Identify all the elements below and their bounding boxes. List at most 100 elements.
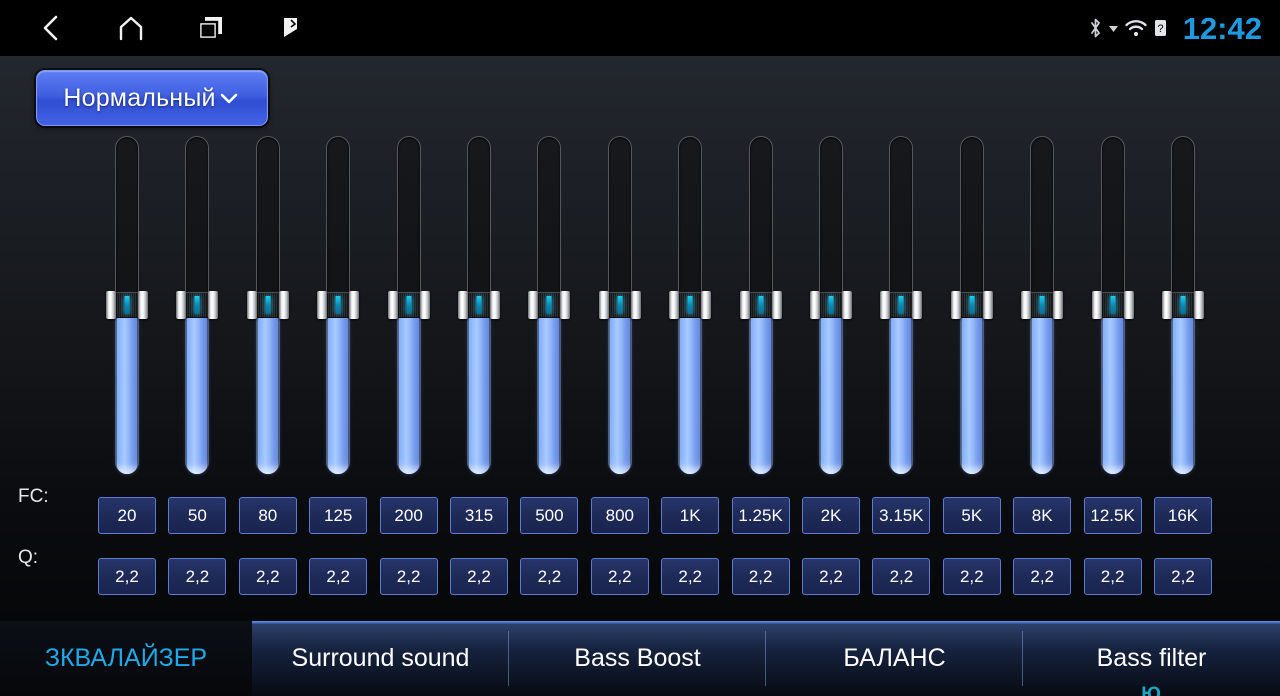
q-chip[interactable]: 2,2 [450, 558, 508, 595]
chevron-down-icon [217, 86, 241, 110]
q-chip[interactable]: 2,2 [379, 558, 438, 595]
q-chip[interactable]: 2,2 [1083, 558, 1142, 595]
tab-3[interactable]: Bass Boost [509, 621, 766, 696]
tab-1[interactable]: ЗКВАЛАЙЗЕР [0, 621, 252, 696]
fc-chip[interactable]: 2K [802, 497, 860, 534]
fc-chip[interactable]: 5K [942, 497, 1001, 534]
eq-slider[interactable] [246, 136, 289, 474]
eq-slider-thumb[interactable] [669, 291, 712, 319]
eq-slider[interactable] [669, 136, 712, 474]
fc-chip[interactable]: 200 [379, 497, 438, 534]
tab-5[interactable]: Bass filter Ю [1023, 621, 1280, 696]
q-chip[interactable]: 2,2 [942, 558, 1001, 595]
eq-slider[interactable] [598, 136, 641, 474]
eq-thumb-texture [326, 292, 351, 318]
eq-slider-fill [609, 305, 631, 474]
q-chip[interactable]: 2,2 [238, 558, 297, 595]
eq-slider[interactable] [387, 136, 430, 474]
eq-thumb-texture [819, 292, 843, 318]
back-icon[interactable] [34, 11, 68, 45]
fc-chip[interactable]: 80 [238, 497, 297, 534]
eq-thumb-glow [898, 296, 904, 314]
eq-slider-thumb[interactable] [387, 291, 430, 319]
fc-chip[interactable]: 1K [661, 497, 720, 534]
eq-slider-thumb[interactable] [950, 291, 993, 319]
fc-chip[interactable]: 8K [1013, 497, 1072, 534]
eq-thumb-texture [396, 292, 421, 318]
fc-chip[interactable]: 500 [520, 497, 579, 534]
eq-thumb-texture [959, 292, 984, 318]
eq-thumb-glow [124, 296, 130, 314]
eq-thumb-grip-right [490, 291, 500, 319]
tab-badge: Ю [1141, 684, 1162, 696]
eq-slider[interactable] [1021, 136, 1064, 474]
fc-chip[interactable]: 20 [98, 497, 156, 534]
q-chip[interactable]: 2,2 [590, 558, 649, 595]
eq-slider-thumb[interactable] [1021, 291, 1064, 319]
eq-slider-fill [327, 305, 349, 474]
eq-thumb-glow [969, 296, 975, 314]
fc-chip[interactable]: 50 [168, 497, 227, 534]
svg-text:?: ? [1157, 23, 1163, 35]
eq-slider-fill [398, 305, 420, 474]
q-chip[interactable]: 2,2 [168, 558, 227, 595]
eq-slider[interactable] [458, 136, 500, 474]
eq-slider-thumb[interactable] [598, 291, 641, 319]
recents-icon[interactable] [194, 11, 228, 45]
eq-thumb-glow [406, 296, 412, 314]
fc-chip[interactable]: 800 [590, 497, 649, 534]
eq-slider[interactable] [106, 136, 148, 474]
eq-thumb-texture [1030, 292, 1055, 318]
fc-chip[interactable]: 3.15K [872, 497, 931, 534]
eq-slider-thumb[interactable] [528, 291, 571, 319]
tab-2[interactable]: Surround sound [252, 621, 509, 696]
eq-thumb-grip-left [739, 291, 750, 319]
eq-thumb-grip-right [208, 291, 219, 319]
eq-slider[interactable] [1091, 136, 1134, 474]
fc-chip[interactable]: 16K [1154, 497, 1212, 534]
eq-slider[interactable] [950, 136, 993, 474]
eq-thumb-glow [265, 296, 271, 314]
sim-unknown-icon: ? [1153, 17, 1168, 39]
home-icon[interactable] [114, 11, 148, 45]
q-chip[interactable]: 2,2 [731, 558, 790, 595]
fc-chip[interactable]: 1.25K [731, 497, 790, 534]
eq-slider[interactable] [739, 136, 782, 474]
eq-thumb-texture [255, 292, 280, 318]
eq-slider-thumb[interactable] [458, 291, 500, 319]
equalizer-panel: Нормальный FC: Q: 20 50 80 125 200 315 500 800 1… [0, 56, 1280, 621]
eq-slider-thumb[interactable] [317, 291, 360, 319]
q-chip[interactable]: 2,2 [520, 558, 579, 595]
eq-slider[interactable] [317, 136, 360, 474]
q-chip[interactable]: 2,2 [98, 558, 156, 595]
eq-slider[interactable] [176, 136, 219, 474]
eq-thumb-grip-right [842, 291, 852, 319]
fc-chip[interactable]: 315 [450, 497, 508, 534]
eq-thumb-glow [476, 296, 482, 314]
eq-slider-thumb[interactable] [106, 291, 148, 319]
eq-slider-thumb[interactable] [739, 291, 782, 319]
eq-slider-thumb[interactable] [1091, 291, 1134, 319]
eq-slider-thumb[interactable] [810, 291, 852, 319]
q-chip[interactable]: 2,2 [802, 558, 860, 595]
eq-slider[interactable] [528, 136, 571, 474]
equalizer-app: ? 12:42 Нормальный FC: Q: 20 50 80 125 200 31… [0, 0, 1280, 696]
eq-thumb-glow [1110, 296, 1116, 314]
preset-dropdown-button[interactable]: Нормальный [36, 70, 268, 126]
eq-slider-thumb[interactable] [880, 291, 923, 319]
flag-icon[interactable] [274, 11, 308, 45]
q-chip[interactable]: 2,2 [872, 558, 931, 595]
eq-slider-thumb[interactable] [246, 291, 289, 319]
eq-slider-thumb[interactable] [176, 291, 219, 319]
eq-slider-thumb[interactable] [1162, 291, 1204, 319]
q-chip[interactable]: 2,2 [661, 558, 720, 595]
fc-chip[interactable]: 125 [309, 497, 368, 534]
fc-chip[interactable]: 12.5K [1083, 497, 1142, 534]
eq-slider[interactable] [810, 136, 852, 474]
q-chip[interactable]: 2,2 [1013, 558, 1072, 595]
eq-slider[interactable] [1162, 136, 1204, 474]
q-chip[interactable]: 2,2 [1154, 558, 1212, 595]
eq-slider[interactable] [880, 136, 923, 474]
tab-4[interactable]: БАЛАНС [766, 621, 1023, 696]
q-chip[interactable]: 2,2 [309, 558, 368, 595]
